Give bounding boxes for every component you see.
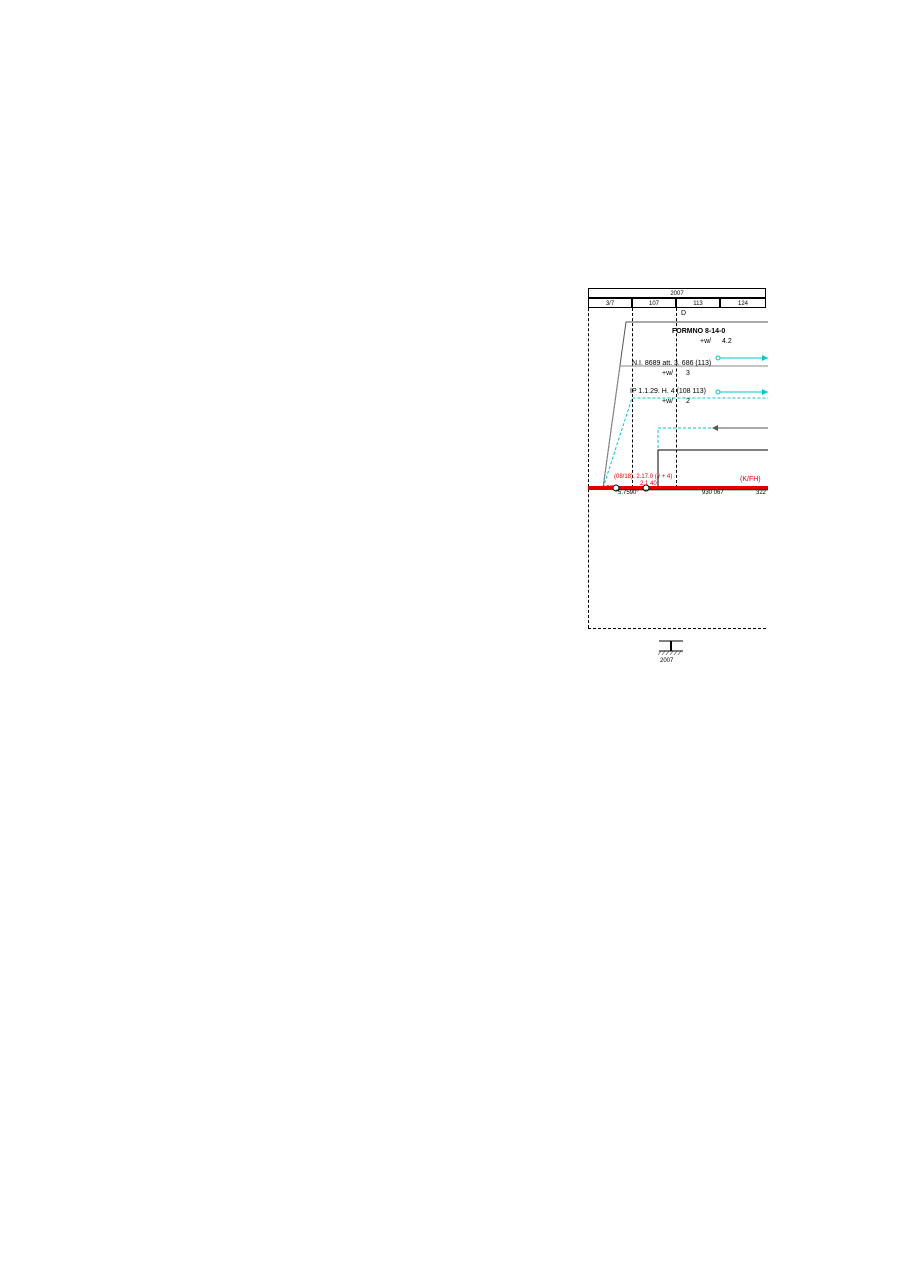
header-cell-0: 3/7 xyxy=(588,298,632,308)
signal-1-arrow-head-icon xyxy=(762,355,768,361)
footer-section-label: 2007 xyxy=(660,658,673,664)
baseline-aux: 2.1 40 xyxy=(640,481,657,487)
signal-1-trace xyxy=(603,322,768,488)
seg-left-low: 5.7590° xyxy=(618,490,639,496)
header-cell-1: 107 xyxy=(632,298,676,308)
signal-3-arrow-head-icon xyxy=(712,425,718,431)
baseline-right-label: (K/FH) xyxy=(740,476,761,483)
baseline-ref-text: (08/18). 2.17.0 (# + 4) xyxy=(614,474,672,480)
signal-1-prefix: +w/ xyxy=(700,338,711,345)
signal-2-prefix: +w/ xyxy=(662,370,673,377)
frame-bottom-dashed xyxy=(588,628,766,629)
signal-1-title: FORMNO 8-14-0 xyxy=(672,328,725,335)
signal-3-tag: 2 xyxy=(686,398,690,405)
signal-2-title: N.I. 8689 att. 3. 686 (113) xyxy=(632,360,711,367)
signal-2-arrow-head-icon xyxy=(762,389,768,395)
seg-mid: 930 067 xyxy=(702,490,724,496)
header-cell-3: 124 xyxy=(720,298,766,308)
signal-2-trace xyxy=(603,366,768,488)
seg-right: 322 xyxy=(756,490,766,496)
baseline-left-label: 108 xyxy=(602,485,614,492)
header-top: 2007 xyxy=(588,288,766,298)
header-cell-2: 113 xyxy=(676,298,720,308)
header-top-label: 2007 xyxy=(670,291,683,297)
signal-1-arrow-tail-icon xyxy=(716,356,720,360)
signal-2-arrow-tail-icon xyxy=(716,390,720,394)
signal-3-prefix: +w/ xyxy=(662,398,673,405)
signal-3-title: IP 1.1.29. H. 4 (108 113) xyxy=(630,388,706,395)
signal-1-tag: 4.2 xyxy=(722,338,732,345)
signal-2-tag: 3 xyxy=(686,370,690,377)
